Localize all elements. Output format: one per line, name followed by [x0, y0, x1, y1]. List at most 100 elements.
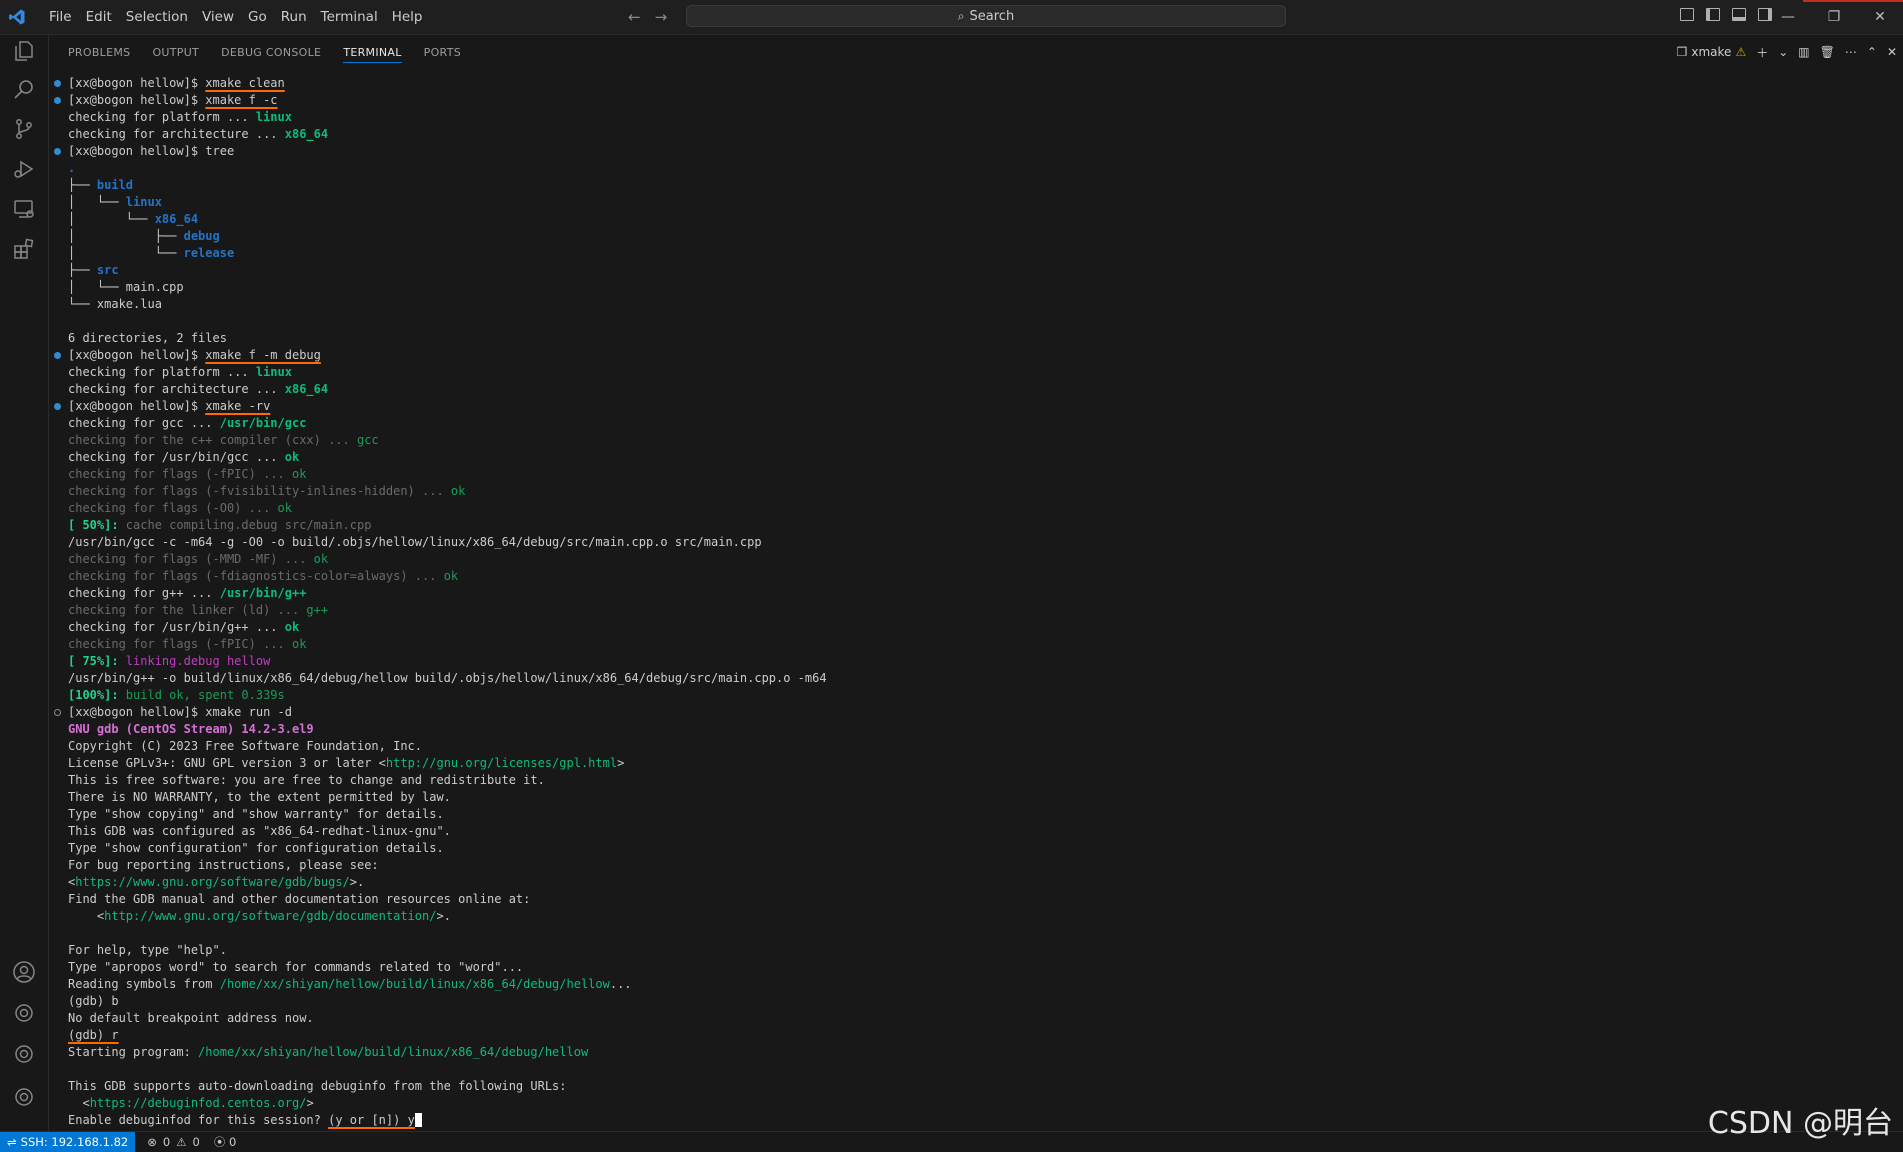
- terminal-text-segment: g++: [306, 603, 329, 617]
- terminal-line: └── xmake.lua: [49, 296, 1903, 313]
- command-decoration-icon[interactable]: [54, 403, 61, 410]
- remote-explorer-icon[interactable]: [12, 197, 36, 221]
- tab-output[interactable]: OUTPUT: [152, 35, 199, 69]
- terminal-text-segment: build ok, spent 0.339s: [118, 688, 285, 702]
- menu-run[interactable]: Run: [274, 9, 314, 25]
- command-decoration-icon[interactable]: [54, 80, 61, 87]
- terminal-text-segment: │ ├──: [68, 229, 184, 243]
- close-window-icon[interactable]: ✕: [1857, 0, 1903, 34]
- terminal-text-segment: [xx@bogon hellow]$: [68, 93, 206, 107]
- terminal-text-segment: (y or [n]) y: [328, 1113, 415, 1127]
- back-arrow-icon[interactable]: ←: [628, 8, 641, 26]
- terminal-text-segment: checking for flags (-fvisibility-inlines…: [68, 484, 451, 498]
- terminal-text-segment: /home/xx/shiyan/hellow/build/linux/x86_6…: [219, 977, 610, 991]
- terminal-line: checking for flags (-fPIC) ... ok: [49, 466, 1903, 483]
- terminal-text-segment: /usr/bin/g++ -o build/linux/x86_64/debug…: [68, 671, 827, 685]
- terminal-line: │ └── x86_64: [49, 211, 1903, 228]
- command-decoration-icon[interactable]: [54, 148, 61, 155]
- terminal-line: For bug reporting instructions, please s…: [49, 857, 1903, 874]
- terminal-line: No default breakpoint address now.: [49, 1010, 1903, 1027]
- tab-ports[interactable]: PORTS: [424, 35, 461, 69]
- terminal-text-segment: checking for flags (-MMD -MF) ...: [68, 552, 314, 566]
- gear-icon[interactable]: [12, 1085, 36, 1109]
- terminal-text-segment: cache compiling.debug src/main.cpp: [118, 518, 372, 532]
- terminal-text-segment: checking for gcc ...: [68, 416, 220, 430]
- terminal-line: This GDB was configured as "x86_64-redha…: [49, 823, 1903, 840]
- terminal-text-segment: checking for g++ ...: [68, 586, 220, 600]
- remote-label: SSH: 192.168.1.82: [20, 1134, 129, 1149]
- terminal-line: [xx@bogon hellow]$ xmake -rv: [49, 398, 1903, 415]
- layout-controls: [1680, 8, 1772, 21]
- command-decoration-icon[interactable]: [54, 709, 61, 716]
- terminal-text-segment: build: [96, 178, 134, 192]
- panel-tabs: PROBLEMS OUTPUT DEBUG CONSOLE TERMINAL P…: [68, 35, 483, 69]
- terminal-line: [xx@bogon hellow]$ xmake f -m debug: [49, 347, 1903, 364]
- explorer-icon[interactable]: [12, 39, 36, 63]
- toggle-primary-sidebar-icon[interactable]: [1706, 8, 1720, 21]
- terminal-line: (gdb) b: [49, 993, 1903, 1010]
- menu-view[interactable]: View: [195, 9, 241, 25]
- terminal-line: /usr/bin/g++ -o build/linux/x86_64/debug…: [49, 670, 1903, 687]
- collapse-panel-icon[interactable]: ⌃: [1867, 45, 1877, 59]
- terminal-text-segment: xmake f -m debug: [205, 348, 321, 362]
- minimize-icon[interactable]: —: [1765, 0, 1811, 34]
- terminal-line: <https://debuginfod.centos.org/>: [49, 1095, 1903, 1112]
- forward-arrow-icon[interactable]: →: [655, 8, 668, 26]
- terminal-text-segment: linux: [125, 195, 162, 209]
- terminal-line: .: [49, 160, 1903, 177]
- tab-problems[interactable]: PROBLEMS: [68, 35, 130, 69]
- close-panel-icon[interactable]: ✕: [1887, 45, 1897, 59]
- chevron-down-icon[interactable]: ⌄: [1778, 45, 1788, 59]
- terminal-text-segment: >: [617, 756, 625, 770]
- menu-terminal[interactable]: Terminal: [314, 9, 385, 25]
- panel-actions: ❒ xmake ⚠ ＋ ⌄ ▥ 🗑 ⋯ ⌃ ✕: [1677, 35, 1903, 69]
- source-control-icon[interactable]: [12, 117, 36, 141]
- menu-selection[interactable]: Selection: [119, 9, 195, 25]
- manage-gear-icon[interactable]: [12, 1042, 36, 1066]
- terminal-text-segment: [414, 1113, 423, 1127]
- more-actions-icon[interactable]: ⋯: [1845, 45, 1857, 59]
- terminal-line: │ └── linux: [49, 194, 1903, 211]
- settings-gear-icon[interactable]: [12, 1001, 36, 1025]
- close-hover-accent: [1803, 0, 1903, 2]
- tab-debug-console[interactable]: DEBUG CONSOLE: [221, 35, 321, 69]
- terminal-text-segment: checking for /usr/bin/g++ ...: [68, 620, 285, 634]
- trash-icon[interactable]: 🗑: [1820, 45, 1835, 59]
- terminal-text-segment: No default breakpoint address now.: [68, 1011, 314, 1025]
- terminal-line: │ └── main.cpp: [49, 279, 1903, 296]
- remote-indicator[interactable]: ⇌ SSH: 192.168.1.82: [0, 1131, 136, 1152]
- ports-icon: ⦿: [213, 1134, 226, 1149]
- restore-icon[interactable]: ❐: [1811, 0, 1857, 34]
- problems-status[interactable]: ⊗ 0 ⚠ 0: [147, 1135, 200, 1149]
- ports-status[interactable]: ⦿ 0: [214, 1134, 236, 1150]
- accounts-icon[interactable]: [12, 960, 36, 984]
- split-terminal-icon[interactable]: ▥: [1798, 45, 1809, 59]
- terminal-text-segment: This GDB was configured as "x86_64-redha…: [68, 824, 451, 838]
- terminal-text-segment: This GDB supports auto-downloading debug…: [68, 1079, 567, 1093]
- new-terminal-icon[interactable]: ＋: [1756, 44, 1768, 61]
- terminal-text-segment: linux: [255, 365, 292, 379]
- customize-layout-icon[interactable]: [1680, 8, 1694, 21]
- terminal-output[interactable]: [xx@bogon hellow]$ xmake clean [xx@bogon …: [49, 75, 1903, 1131]
- search-icon[interactable]: [12, 78, 36, 102]
- toggle-panel-icon[interactable]: [1732, 8, 1746, 21]
- terminal-text-segment: >.: [349, 875, 365, 889]
- terminal-text-segment: Copyright (C) 2023 Free Software Foundat…: [68, 739, 423, 753]
- tab-terminal[interactable]: TERMINAL: [343, 35, 403, 69]
- terminal-selector[interactable]: ❒ xmake ⚠: [1677, 45, 1747, 59]
- run-debug-icon[interactable]: [12, 157, 36, 181]
- extensions-icon[interactable]: [12, 237, 36, 261]
- command-decoration-icon[interactable]: [54, 97, 61, 104]
- terminal-line: GNU gdb (CentOS Stream) 14.2-3.el9: [49, 721, 1903, 738]
- terminal-text-segment: checking for platform ...: [68, 365, 256, 379]
- terminal-text-segment: License GPLv3+: GNU GPL version 3 or lat…: [68, 756, 386, 770]
- command-decoration-icon[interactable]: [54, 352, 61, 359]
- menu-go[interactable]: Go: [241, 9, 274, 25]
- terminal-line: Starting program: /home/xx/shiyan/hellow…: [49, 1044, 1903, 1061]
- terminal-text-segment: [xx@bogon hellow]$: [68, 399, 206, 413]
- command-center-search[interactable]: ⌕ Search: [686, 5, 1286, 27]
- terminal-line: License GPLv3+: GNU GPL version 3 or lat…: [49, 755, 1903, 772]
- menu-help[interactable]: Help: [385, 9, 430, 25]
- menu-file[interactable]: File: [42, 9, 79, 25]
- menu-edit[interactable]: Edit: [79, 9, 119, 25]
